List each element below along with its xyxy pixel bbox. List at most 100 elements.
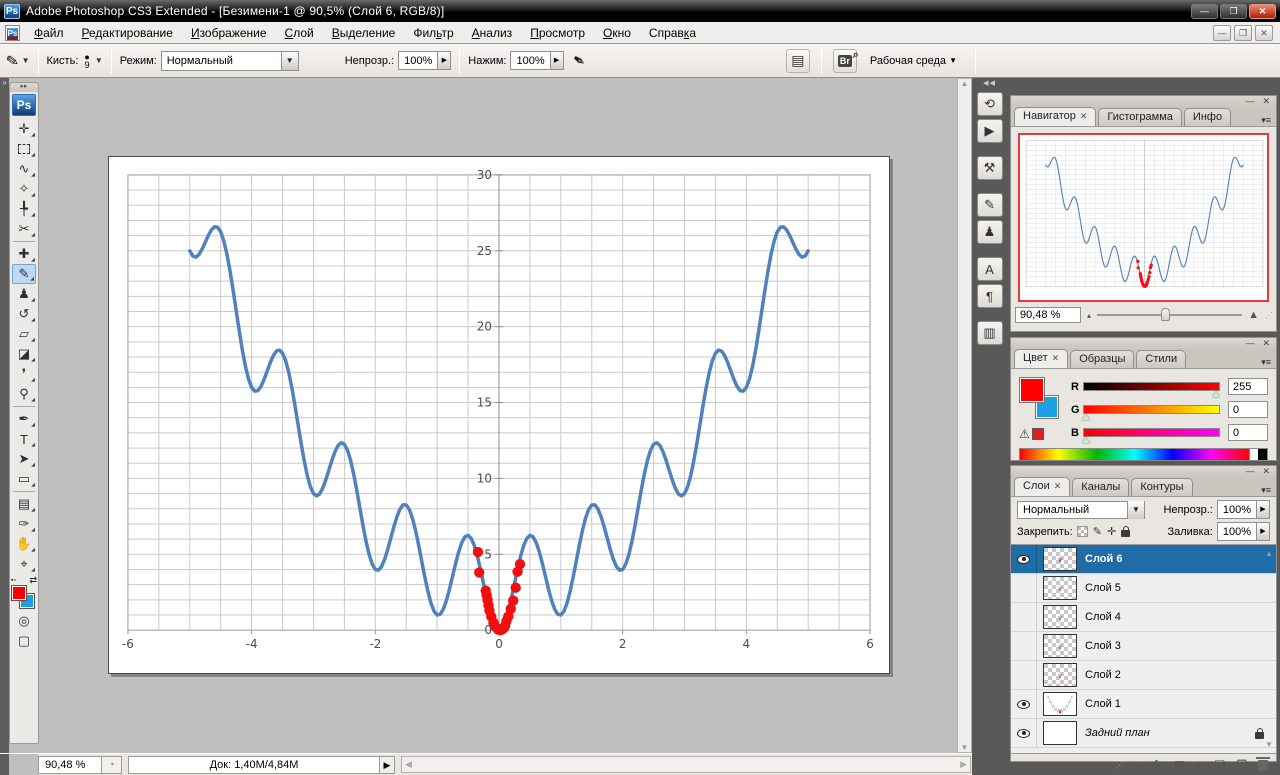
layer-mask-icon[interactable]: ▣ xyxy=(1174,758,1185,772)
eyedropper-tool[interactable]: ✑◢ xyxy=(12,514,36,534)
brushes-panel-button[interactable]: ✎ xyxy=(977,193,1003,217)
gamut-warning[interactable]: ⚠ xyxy=(1019,427,1044,441)
crop-tool[interactable]: ╄◢ xyxy=(12,199,36,219)
fill-spinner-icon[interactable]: ▶ xyxy=(1256,523,1269,540)
layers-tab-каналы[interactable]: Каналы xyxy=(1072,478,1129,496)
layer-thumbnail[interactable]: ∨ xyxy=(1043,576,1077,600)
layer-visibility-toggle[interactable] xyxy=(1011,661,1037,689)
document-icon[interactable]: Ps xyxy=(5,25,20,41)
dodge-tool[interactable]: ⚲◢ xyxy=(12,384,36,404)
layer-thumbnail[interactable] xyxy=(1043,721,1077,745)
layer-row[interactable]: ∨Слой 5 xyxy=(1011,574,1276,603)
brush-preview-button[interactable]: ● 9 xyxy=(84,53,89,69)
panel-menu-icon[interactable]: ▾≡ xyxy=(1261,485,1276,496)
panel-minimize-icon[interactable]: — xyxy=(1245,339,1254,348)
foreground-color-swatch[interactable] xyxy=(1019,377,1045,403)
slider-thumb[interactable] xyxy=(1161,308,1170,321)
spectrum-gradient[interactable] xyxy=(1020,449,1249,460)
layer-visibility-toggle[interactable] xyxy=(1011,545,1037,573)
screen-mode-button[interactable]: ▢ xyxy=(12,631,36,651)
palettes-button[interactable]: ▤ xyxy=(786,49,810,73)
blend-mode-select[interactable]: Нормальный ▼ xyxy=(161,51,299,71)
quick-mask-button[interactable]: ◎ xyxy=(12,611,36,631)
layer-thumbnail[interactable]: ∨ xyxy=(1043,547,1077,571)
default-colors-icon[interactable]: ▪▫ xyxy=(11,577,16,584)
adjustment-layer-icon[interactable]: ◐ xyxy=(1196,758,1203,772)
lock-position-icon[interactable]: ✛ xyxy=(1107,525,1116,538)
minimize-button[interactable]: — xyxy=(1191,4,1218,19)
channel-slider[interactable] xyxy=(1083,405,1220,414)
brush-tool[interactable]: ✎◢ xyxy=(12,264,36,284)
zoom-tool[interactable]: ⌖◢ xyxy=(12,554,36,574)
channel-gradient-bar[interactable] xyxy=(1083,405,1220,414)
navigator-zoom-input[interactable] xyxy=(1015,307,1081,323)
panel-close-icon[interactable]: ✕ xyxy=(1262,339,1270,348)
layer-visibility-toggle[interactable] xyxy=(1011,719,1037,747)
channel-value[interactable]: 255 xyxy=(1228,378,1268,395)
history-panel-button[interactable]: ⟲ xyxy=(977,92,1003,116)
shape-tool[interactable]: ▭◢ xyxy=(12,469,36,489)
panel-menu-icon[interactable]: ▾≡ xyxy=(1261,357,1276,368)
link-layers-icon[interactable]: ∞ xyxy=(1134,758,1143,772)
panel-minimize-icon[interactable]: — xyxy=(1245,97,1254,106)
workspace-select[interactable]: Рабочая среда ▼ xyxy=(870,55,957,67)
layer-row[interactable]: Задний план xyxy=(1011,719,1276,748)
tool-presets-panel-button[interactable]: ⚒ xyxy=(977,156,1003,180)
layer-visibility-toggle[interactable] xyxy=(1011,574,1037,602)
layer-visibility-toggle[interactable] xyxy=(1011,632,1037,660)
zoom-out-icon[interactable]: ▴ xyxy=(1087,311,1091,320)
layers-tab-слои[interactable]: Слои✕ xyxy=(1014,477,1070,496)
history-brush-tool[interactable]: ↺◢ xyxy=(12,304,36,324)
document-canvas[interactable]: 051015202530-6-4-20246 xyxy=(108,156,890,674)
layer-visibility-toggle[interactable] xyxy=(1011,603,1037,631)
status-zoom-field[interactable]: 90,48 % xyxy=(38,756,102,774)
delete-layer-icon[interactable] xyxy=(1258,760,1268,771)
layer-style-icon[interactable]: fx xyxy=(1153,759,1163,771)
channel-slider-thumb[interactable] xyxy=(1082,414,1090,420)
layer-thumbnail[interactable]: ∨ xyxy=(1043,605,1077,629)
pen-tool[interactable]: ✒◢ xyxy=(12,409,36,429)
scroll-left-icon[interactable]: ◀ xyxy=(405,759,412,770)
flow-spinner-icon[interactable]: ▶ xyxy=(550,52,563,69)
swap-colors-icon[interactable]: ⇄ xyxy=(29,575,37,586)
channel-gradient-bar[interactable] xyxy=(1083,382,1220,391)
black-swatch[interactable] xyxy=(1258,449,1267,460)
list-scroll-up-icon[interactable]: ▲ xyxy=(1265,549,1273,558)
scroll-right-icon[interactable]: ▶ xyxy=(960,759,967,770)
menu-item-изображение[interactable]: Изображение xyxy=(182,24,276,42)
lasso-tool[interactable]: ∿◢ xyxy=(12,159,36,179)
navigator-zoom-slider[interactable]: ▴ ▲ xyxy=(1087,309,1259,321)
color-tab-цвет[interactable]: Цвет✕ xyxy=(1014,349,1068,368)
layer-group-icon[interactable]: ❏ xyxy=(1214,758,1225,772)
menu-item-анализ[interactable]: Анализ xyxy=(463,24,522,42)
bridge-button[interactable]: Br xyxy=(833,49,857,73)
blur-tool[interactable]: ❜◢ xyxy=(12,364,36,384)
zoom-in-icon[interactable]: ▲ xyxy=(1248,309,1259,321)
layer-row[interactable]: ∨Слой 6 xyxy=(1011,545,1276,574)
eraser-tool[interactable]: ▱◢ xyxy=(12,324,36,344)
chevron-down-icon[interactable]: ▼ xyxy=(1127,501,1144,519)
menu-item-окно[interactable]: Окно xyxy=(594,24,640,42)
navigator-tab-гистограмма[interactable]: Гистограмма xyxy=(1098,108,1182,126)
marquee-tool[interactable]: ◢ xyxy=(12,139,36,159)
layer-row[interactable]: Слой 1 xyxy=(1011,690,1276,719)
menu-item-слой[interactable]: Слой xyxy=(276,24,323,42)
slider-track[interactable] xyxy=(1097,314,1242,316)
close-button[interactable]: ✕ xyxy=(1249,4,1276,19)
tab-close-icon[interactable]: ✕ xyxy=(1054,481,1062,491)
layer-opacity-field[interactable]: 100% ▶ xyxy=(1217,500,1270,519)
layer-blend-mode-select[interactable]: Нормальный ▼ xyxy=(1017,501,1145,519)
navigator-tab-навигатор[interactable]: Навигатор✕ xyxy=(1014,107,1096,126)
horizontal-scrollbar[interactable]: ◀ ▶ xyxy=(401,756,971,773)
airbrush-toggle-icon[interactable]: ✒ xyxy=(567,48,589,72)
path-selection-tool[interactable]: ➤◢ xyxy=(12,449,36,469)
character-panel-button[interactable]: A xyxy=(977,257,1003,281)
notes-tool[interactable]: ▤◢ xyxy=(12,494,36,514)
flow-field[interactable]: 100% ▶ xyxy=(510,51,563,70)
new-layer-icon[interactable]: ❐ xyxy=(1236,758,1247,772)
channel-gradient-bar[interactable] xyxy=(1083,428,1220,437)
panel-close-icon[interactable]: ✕ xyxy=(1262,467,1270,476)
doc-restore-button[interactable]: ❐ xyxy=(1234,25,1252,41)
scroll-up-icon[interactable]: ▲ xyxy=(961,79,969,88)
panel-minimize-icon[interactable]: — xyxy=(1245,467,1254,476)
